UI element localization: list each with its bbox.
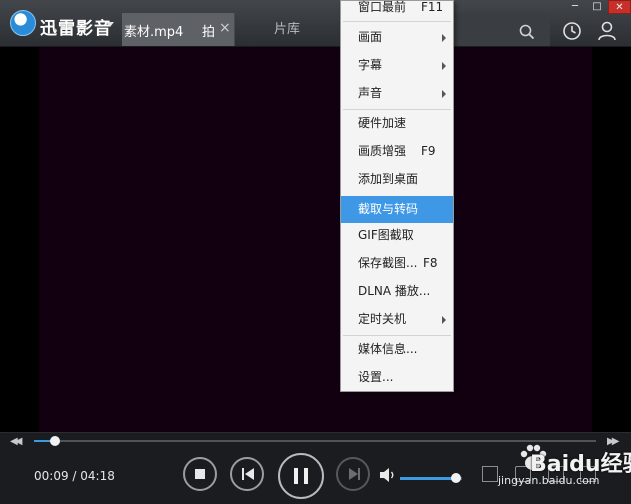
playlist-button[interactable] — [482, 466, 498, 482]
previous-icon — [242, 468, 244, 480]
pause-button[interactable] — [278, 453, 324, 499]
user-icon[interactable] — [596, 20, 618, 42]
tab-next-fragment: 拍 — [202, 25, 216, 40]
seek-back-icon[interactable]: ◀◀ — [10, 436, 23, 447]
volume-fill — [400, 477, 456, 480]
volume-handle[interactable] — [451, 473, 461, 483]
pause-icon-bar — [304, 468, 308, 484]
menu-item-subtitle[interactable]: 字幕 — [341, 53, 453, 78]
title-bar: 迅雷影音 素材.mp4 拍 × 片库 ─ □ ✕ — [0, 0, 631, 47]
menu-item-shortcut: F11 — [421, 0, 444, 14]
menu-item-label: GIF图截取 — [358, 228, 414, 242]
video-frame[interactable] — [39, 47, 592, 432]
volume-icon[interactable] — [379, 467, 397, 483]
menu-item-label: 添加到桌面 — [358, 172, 419, 186]
menu-item-always-on-top[interactable]: 窗口最前 F11 — [341, 0, 453, 20]
app-logo-icon[interactable] — [10, 10, 36, 36]
menu-item-label: 媒体信息... — [358, 342, 418, 356]
app-brand[interactable]: 迅雷影音 — [40, 14, 112, 39]
menu-item-capture-transcode[interactable]: 截取与转码 — [341, 196, 453, 223]
history-clock-icon[interactable] — [562, 21, 582, 41]
menu-item-scheduled-shutdown[interactable]: 定时关机 — [341, 307, 453, 332]
time-display: 00:09 / 04:18 — [34, 469, 115, 483]
menu-item-audio[interactable]: 声音 — [341, 81, 453, 106]
menu-item-label: 字幕 — [358, 58, 383, 72]
menu-item-save-screenshot[interactable]: 保存截图... F8 — [341, 251, 453, 276]
menu-item-label: 设置... — [358, 370, 394, 384]
watermark-url: jingyan.baidu.com — [498, 474, 600, 487]
player-window: 迅雷影音 素材.mp4 拍 × 片库 ─ □ ✕ ◀◀ ▶▶ 00:09 / 0… — [0, 0, 631, 504]
pause-icon — [294, 468, 298, 484]
menu-item-add-to-desktop[interactable]: 添加到桌面 — [341, 167, 453, 192]
close-window-button[interactable]: ✕ — [608, 0, 631, 14]
tab-library[interactable]: 片库 — [234, 13, 340, 46]
minimize-button[interactable]: ─ — [564, 0, 586, 14]
next-button[interactable] — [336, 457, 370, 491]
menu-item-media-info[interactable]: 媒体信息... — [341, 337, 453, 362]
maximize-button[interactable]: □ — [586, 0, 608, 14]
menu-item-label: 硬件加速 — [358, 116, 407, 130]
menu-item-label: 截取与转码 — [358, 202, 419, 216]
menu-item-label: 声音 — [358, 86, 383, 100]
submenu-arrow-icon — [442, 34, 446, 42]
menu-item-hardware-acceleration[interactable]: 硬件加速 — [341, 111, 453, 136]
stop-icon — [195, 469, 205, 479]
close-tab-icon[interactable]: × — [219, 20, 231, 36]
menu-item-dlna-play[interactable]: DLNA 播放... — [341, 279, 453, 304]
menu-item-label: 画面 — [358, 30, 383, 44]
menu-item-label: DLNA 播放... — [358, 284, 431, 298]
menu-item-label: 定时关机 — [358, 312, 407, 326]
video-area[interactable] — [0, 47, 631, 432]
progress-handle[interactable] — [50, 436, 60, 446]
submenu-arrow-icon — [442, 316, 446, 324]
menu-separator — [343, 21, 451, 22]
menu-separator — [343, 109, 451, 110]
menu-item-shortcut: F9 — [421, 144, 436, 158]
menu-item-settings[interactable]: 设置... — [341, 365, 453, 390]
search-icon[interactable] — [519, 24, 535, 40]
context-menu: 窗口最前 F11 画面 字幕 声音 硬件加速 画质增强 F9 添加到桌面 截取与转码 GIF图截取保… — [340, 0, 454, 392]
tab-bar: 素材.mp4 拍 × 片库 — [122, 13, 340, 46]
menu-item-label: 窗口最前 — [358, 0, 407, 14]
menu-item-label: 保存截图... — [358, 256, 418, 270]
chevron-down-icon[interactable] — [106, 22, 114, 27]
tab-file-name: 素材.mp4 — [124, 25, 184, 40]
menu-separator — [343, 335, 451, 336]
menu-item-picture[interactable]: 画面 — [341, 25, 453, 50]
previous-button[interactable] — [230, 457, 264, 491]
menu-item-gif-capture[interactable]: GIF图截取 — [341, 223, 453, 248]
submenu-arrow-icon — [442, 90, 446, 98]
watermark: Baidu经验 jingyan.baidu.com — [498, 436, 631, 502]
menu-item-label: 画质增强 — [358, 144, 407, 158]
window-controls: ─ □ ✕ — [564, 0, 631, 14]
next-icon — [349, 468, 358, 480]
tab-current-file[interactable]: 素材.mp4 拍 × — [122, 13, 235, 46]
menu-item-quality-enhance[interactable]: 画质增强 F9 — [341, 139, 453, 164]
volume-slider[interactable] — [400, 473, 462, 483]
next-icon-bar — [358, 468, 360, 480]
submenu-arrow-icon — [442, 62, 446, 70]
previous-icon-triangle — [245, 468, 254, 480]
menu-item-shortcut: F8 — [423, 256, 438, 270]
stop-button[interactable] — [183, 457, 217, 491]
